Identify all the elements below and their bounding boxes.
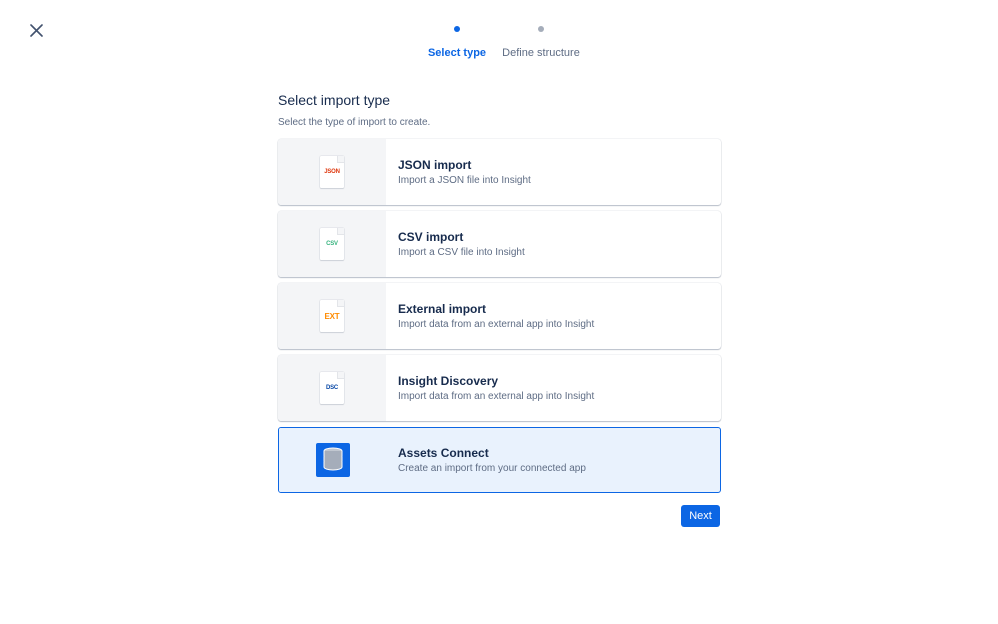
option-description: Import data from an external app into In…: [398, 319, 595, 330]
import-option-csv[interactable]: CSV CSV import Import a CSV file into In…: [278, 211, 721, 277]
option-thumbnail: [279, 428, 386, 492]
page-subtitle: Select the type of import to create.: [278, 117, 431, 128]
option-name: CSV import: [398, 230, 464, 244]
page-header: Select import type Select the type of im…: [278, 92, 722, 129]
file-icon-label: EXT: [324, 311, 340, 321]
import-type-list: JSON JSON import Import a JSON file into…: [278, 139, 722, 499]
json-file-icon: JSON: [320, 156, 344, 188]
option-description: Import data from an external app into In…: [398, 391, 595, 402]
page-title: Select import type: [278, 92, 391, 108]
next-button[interactable]: Next: [681, 505, 720, 527]
option-thumbnail: EXT: [278, 283, 386, 349]
option-description: Import a JSON file into Insight: [398, 175, 531, 186]
import-option-json[interactable]: JSON JSON import Import a JSON file into…: [278, 139, 721, 205]
file-icon-label: CSV: [326, 241, 338, 247]
option-thumbnail: CSV: [278, 211, 386, 277]
dsc-file-icon: DSC: [320, 372, 344, 404]
option-name: JSON import: [398, 158, 472, 172]
database-icon: [315, 443, 350, 477]
option-name: Assets Connect: [398, 446, 489, 460]
ext-file-icon: EXT: [320, 300, 344, 332]
progress-stepper: Select type Define structure: [0, 26, 998, 66]
option-description: Import a CSV file into Insight: [398, 247, 525, 258]
import-option-external[interactable]: EXT External import Import data from an …: [278, 283, 721, 349]
option-thumbnail: JSON: [278, 139, 386, 205]
option-name: External import: [398, 302, 487, 316]
step-define-structure: Define structure: [481, 26, 601, 60]
file-icon-label: DSC: [325, 385, 339, 391]
step-indicator-active: [454, 26, 460, 32]
step-label: Define structure: [502, 47, 580, 59]
option-name: Insight Discovery: [398, 374, 499, 388]
csv-file-icon: CSV: [320, 228, 344, 260]
step-indicator: [538, 26, 544, 32]
option-description: Create an import from your connected app: [398, 463, 586, 474]
option-thumbnail: DSC: [278, 355, 386, 421]
file-icon-label: JSON: [324, 169, 340, 175]
import-option-insight-discovery[interactable]: DSC Insight Discovery Import data from a…: [278, 355, 721, 421]
import-option-assets-connect[interactable]: Assets Connect Create an import from you…: [278, 427, 721, 493]
